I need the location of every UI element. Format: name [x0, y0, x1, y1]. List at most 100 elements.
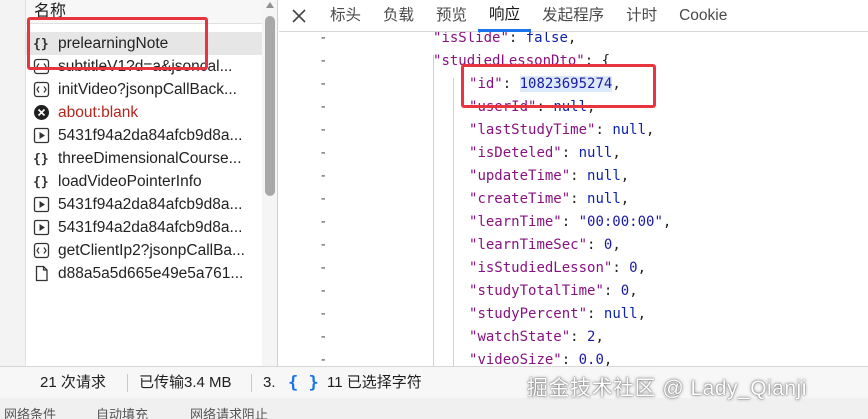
request-row[interactable]: about:blank	[26, 101, 262, 124]
tab-6[interactable]: Cookie	[668, 0, 738, 32]
request-row[interactable]: subtitleV1?d=a&jsoncal...	[26, 55, 262, 78]
json-suffix: ,	[567, 32, 577, 46]
json-key: videoSize	[477, 352, 554, 366]
json-entry: "lastStudyTime": null,	[469, 122, 655, 138]
request-list-scrollbar[interactable]	[262, 0, 277, 366]
json-key: isStudiedLesson	[477, 260, 604, 276]
json-value: 0	[620, 283, 630, 299]
panel-edge	[0, 0, 26, 366]
script-icon	[33, 242, 50, 259]
close-detail-button[interactable]	[279, 0, 319, 32]
json-value: {	[601, 53, 611, 69]
json-value: null	[587, 168, 621, 184]
json-line: - "lastStudyTime": null,	[279, 119, 868, 142]
error-icon	[33, 104, 50, 121]
json-suffix: ,	[637, 306, 647, 322]
document-icon	[33, 265, 50, 282]
json-suffix: ,	[612, 237, 621, 253]
line-gutter-mark: -	[319, 260, 328, 276]
json-entry: "videoSize": 0.0,	[469, 352, 613, 366]
request-name: d88a5a5d665e49e5a761...	[58, 264, 244, 282]
scroll-up-arrow-icon[interactable]	[266, 2, 274, 8]
json-suffix: ,	[587, 99, 596, 115]
tab-3[interactable]: 响应	[478, 0, 532, 32]
json-suffix: ,	[603, 352, 613, 366]
json-suffix: ,	[629, 283, 638, 299]
json-braces-icon: {}	[33, 173, 50, 190]
tab-5[interactable]: 计时	[615, 0, 668, 32]
json-entry: "watchState": 2,	[469, 329, 604, 345]
json-suffix: ,	[637, 260, 647, 276]
request-row[interactable]: 5431f94a2da84afcb9d8a...	[26, 124, 262, 147]
json-suffix: ,	[662, 214, 672, 230]
json-suffix: ,	[620, 168, 630, 184]
request-row[interactable]: {} threeDimensionalCourse...	[26, 147, 262, 170]
json-entry: "updateTime": null,	[469, 168, 630, 184]
request-name: initVideo?jsonpCallBack...	[58, 80, 237, 98]
request-name: 5431f94a2da84afcb9d8a...	[58, 218, 243, 236]
line-gutter-mark: -	[319, 145, 328, 161]
json-entry: "learnTime": "00:00:00",	[469, 214, 672, 230]
tab-1[interactable]: 负载	[372, 0, 425, 32]
request-name: 5431f94a2da84afcb9d8a...	[58, 126, 243, 144]
json-line: - "watchState": 2,	[279, 326, 868, 349]
json-key: isSlide	[441, 32, 501, 46]
svg-text:{}: {}	[33, 152, 49, 167]
tab-2[interactable]: 预览	[425, 0, 478, 32]
request-name: threeDimensionalCourse...	[58, 149, 242, 167]
script-icon	[33, 81, 50, 98]
line-gutter-mark: -	[319, 329, 328, 345]
json-entry: "createTime": null,	[469, 191, 630, 207]
request-row[interactable]: 5431f94a2da84afcb9d8a...	[26, 193, 262, 216]
json-suffix: ,	[612, 145, 621, 161]
media-play-icon	[33, 196, 50, 213]
request-list: {} prelearningNote subtitleV1?d=a&jsoncal.…	[26, 32, 262, 285]
drawer-tab-network-conditions[interactable]: 网络条件	[4, 404, 56, 419]
json-suffix: ,	[646, 122, 655, 138]
json-key: id	[477, 76, 495, 92]
request-row[interactable]: getClientIp2?jsonpCallBa...	[26, 239, 262, 262]
request-row[interactable]: d88a5a5d665e49e5a761...	[26, 262, 262, 285]
json-line: - "studyTotalTime": 0,	[279, 280, 868, 303]
status-divider	[127, 374, 128, 392]
json-value: null	[553, 99, 588, 115]
scrollbar-thumb[interactable]	[265, 16, 275, 196]
request-row[interactable]: 5431f94a2da84afcb9d8a...	[26, 216, 262, 239]
json-entry: "isStudiedLesson": 0,	[469, 260, 647, 276]
json-line: - "createTime": null,	[279, 188, 868, 211]
media-play-icon	[33, 219, 50, 236]
line-gutter-mark: -	[319, 168, 328, 184]
response-body-viewer[interactable]: - "isSlide": false, - "studiedLessonDto": {…	[279, 32, 868, 366]
line-gutter-mark: -	[319, 99, 328, 115]
request-row[interactable]: initVideo?jsonpCallBack...	[26, 78, 262, 101]
json-key: createTime	[477, 191, 562, 207]
json-line: - "isStudiedLesson": 0,	[279, 257, 868, 280]
pretty-print-icon[interactable]: { }	[288, 371, 319, 395]
request-row[interactable]: {} loadVideoPointerInfo	[26, 170, 262, 193]
json-key: watchState	[477, 329, 562, 345]
json-suffix: ,	[595, 329, 604, 345]
drawer-tab-request-blocking[interactable]: 网络请求阻止	[190, 404, 268, 419]
json-value: null	[612, 122, 647, 138]
svg-text:{}: {}	[33, 175, 49, 190]
json-line: - "studiedLessonDto": {	[279, 50, 868, 73]
json-line: - "userId": null,	[279, 96, 868, 119]
tab-0[interactable]: 标头	[319, 0, 372, 32]
json-entry: "learnTimeSec": 0,	[469, 237, 621, 253]
json-suffix: ,	[612, 76, 621, 92]
request-list-panel: 名称 {} prelearningNote subtitleV1?d=a&jsonc…	[0, 0, 278, 366]
request-name: subtitleV1?d=a&jsoncal...	[58, 57, 233, 75]
request-row[interactable]: {} prelearningNote	[26, 32, 262, 55]
json-entry: "isSlide": false,	[433, 32, 577, 46]
drawer-tab-autofill[interactable]: 自动填充	[96, 404, 148, 419]
name-column-header[interactable]: 名称	[26, 0, 262, 24]
line-gutter-mark: -	[319, 283, 328, 299]
line-gutter-mark: -	[319, 53, 328, 69]
tab-4[interactable]: 发起程序	[531, 0, 615, 32]
json-line: - "id": 10823695274,	[279, 73, 868, 96]
json-value: 0	[629, 260, 638, 276]
json-key: studyTotalTime	[477, 283, 596, 299]
request-name: loadVideoPointerInfo	[58, 172, 202, 190]
json-entry: "studiedLessonDto": {	[433, 53, 611, 69]
request-name: 5431f94a2da84afcb9d8a...	[58, 195, 243, 213]
